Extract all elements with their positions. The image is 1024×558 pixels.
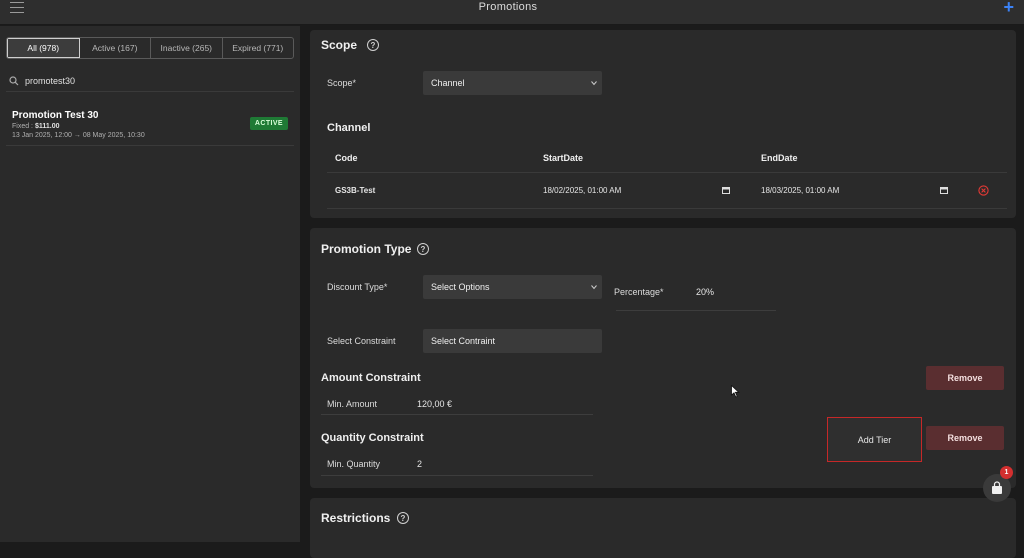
status-badge: ACTIVE xyxy=(249,117,288,130)
divider xyxy=(327,208,1007,209)
discount-type-value: Select Options xyxy=(431,282,490,292)
end-date-input[interactable]: 18/03/2025, 01:00 AM xyxy=(761,186,839,195)
discount-type-label: Discount Type* xyxy=(327,282,388,292)
constraint-select-value: Select Contraint xyxy=(431,336,496,346)
help-icon[interactable]: ? xyxy=(417,243,429,255)
discount-type-select[interactable]: Select Options xyxy=(423,275,602,299)
fixed-label: Fixed : xyxy=(12,123,35,130)
quantity-constraint-title: Quantity Constraint xyxy=(321,432,424,444)
percentage-input[interactable]: 20% xyxy=(696,287,714,297)
promotion-fixed: Fixed : $111.00 xyxy=(12,123,59,130)
delete-icon[interactable] xyxy=(978,185,989,196)
start-date-input[interactable]: 18/02/2025, 01:00 AM xyxy=(543,186,621,195)
cart-count-badge: 1 xyxy=(1000,466,1013,479)
column-enddate: EndDate xyxy=(761,153,798,163)
divider xyxy=(327,172,1007,173)
scope-label: Scope* xyxy=(327,78,357,88)
promotion-dates: 13 Jan 2025, 12:00 → 08 May 2025, 10:30 xyxy=(12,132,145,139)
restrictions-title: Restrictions xyxy=(321,511,391,525)
mouse-cursor-icon xyxy=(731,385,740,398)
promotion-type-title: Promotion Type xyxy=(321,242,412,256)
amount-constraint-title: Amount Constraint xyxy=(321,372,421,384)
column-startdate: StartDate xyxy=(543,153,584,163)
restrictions-card: Restrictions ? xyxy=(310,498,1016,558)
scope-select-value: Channel xyxy=(431,78,465,88)
list-item[interactable]: Promotion Test 30 Fixed : $111.00 13 Jan… xyxy=(6,106,294,146)
search-box xyxy=(6,70,294,92)
divider xyxy=(321,414,593,415)
min-amount-input[interactable]: 120,00 € xyxy=(417,399,452,409)
calendar-icon[interactable] xyxy=(722,186,730,194)
search-icon xyxy=(9,75,19,85)
promotion-detail-panel: Scope ? Scope* Channel Channel Code Star… xyxy=(302,26,1024,558)
promotion-name: Promotion Test 30 xyxy=(12,110,99,121)
tab-active[interactable]: Active (167) xyxy=(80,38,151,58)
remove-quantity-button[interactable]: Remove xyxy=(926,426,1004,450)
calendar-icon[interactable] xyxy=(940,186,948,194)
chevron-down-icon xyxy=(591,285,597,290)
divider xyxy=(616,310,776,311)
filter-tabs: All (978) Active (167) Inactive (265) Ex… xyxy=(6,37,294,59)
promotion-type-card: Promotion Type ? Discount Type* Select O… xyxy=(310,228,1016,488)
constraint-select[interactable]: Select Contraint xyxy=(423,329,602,353)
search-input[interactable] xyxy=(25,75,275,86)
tab-inactive[interactable]: Inactive (265) xyxy=(151,38,223,58)
scope-select[interactable]: Channel xyxy=(423,71,602,95)
min-quantity-input[interactable]: 2 xyxy=(417,459,422,469)
constraint-label: Select Constraint xyxy=(327,336,396,346)
min-amount-label: Min. Amount xyxy=(327,399,378,409)
divider xyxy=(321,475,593,476)
help-icon[interactable]: ? xyxy=(397,512,409,524)
fixed-value: $111.00 xyxy=(34,123,60,130)
min-quantity-label: Min. Quantity xyxy=(327,459,381,469)
column-code: Code xyxy=(335,153,358,163)
add-tier-button[interactable]: Add Tier xyxy=(827,417,922,462)
help-icon[interactable]: ? xyxy=(367,39,379,51)
scope-title: Scope xyxy=(321,38,358,52)
remove-amount-button[interactable]: Remove xyxy=(926,366,1004,390)
tab-expired[interactable]: Expired (771) xyxy=(223,38,294,58)
scope-card: Scope ? Scope* Channel Channel Code Star… xyxy=(310,30,1016,218)
channel-title: Channel xyxy=(327,122,371,134)
page-title: Promotions xyxy=(478,1,538,13)
shopping-bag-icon xyxy=(992,481,1002,494)
channel-code: GS3B-Test xyxy=(335,186,376,195)
percentage-label: Percentage* xyxy=(614,287,664,297)
tab-all[interactable]: All (978) xyxy=(7,38,80,58)
chevron-down-icon xyxy=(591,81,597,86)
promotion-list-panel: All (978) Active (167) Inactive (265) Ex… xyxy=(0,26,300,542)
top-bar: Promotions + xyxy=(0,0,1024,25)
add-promotion-icon[interactable]: + xyxy=(1003,0,1014,18)
